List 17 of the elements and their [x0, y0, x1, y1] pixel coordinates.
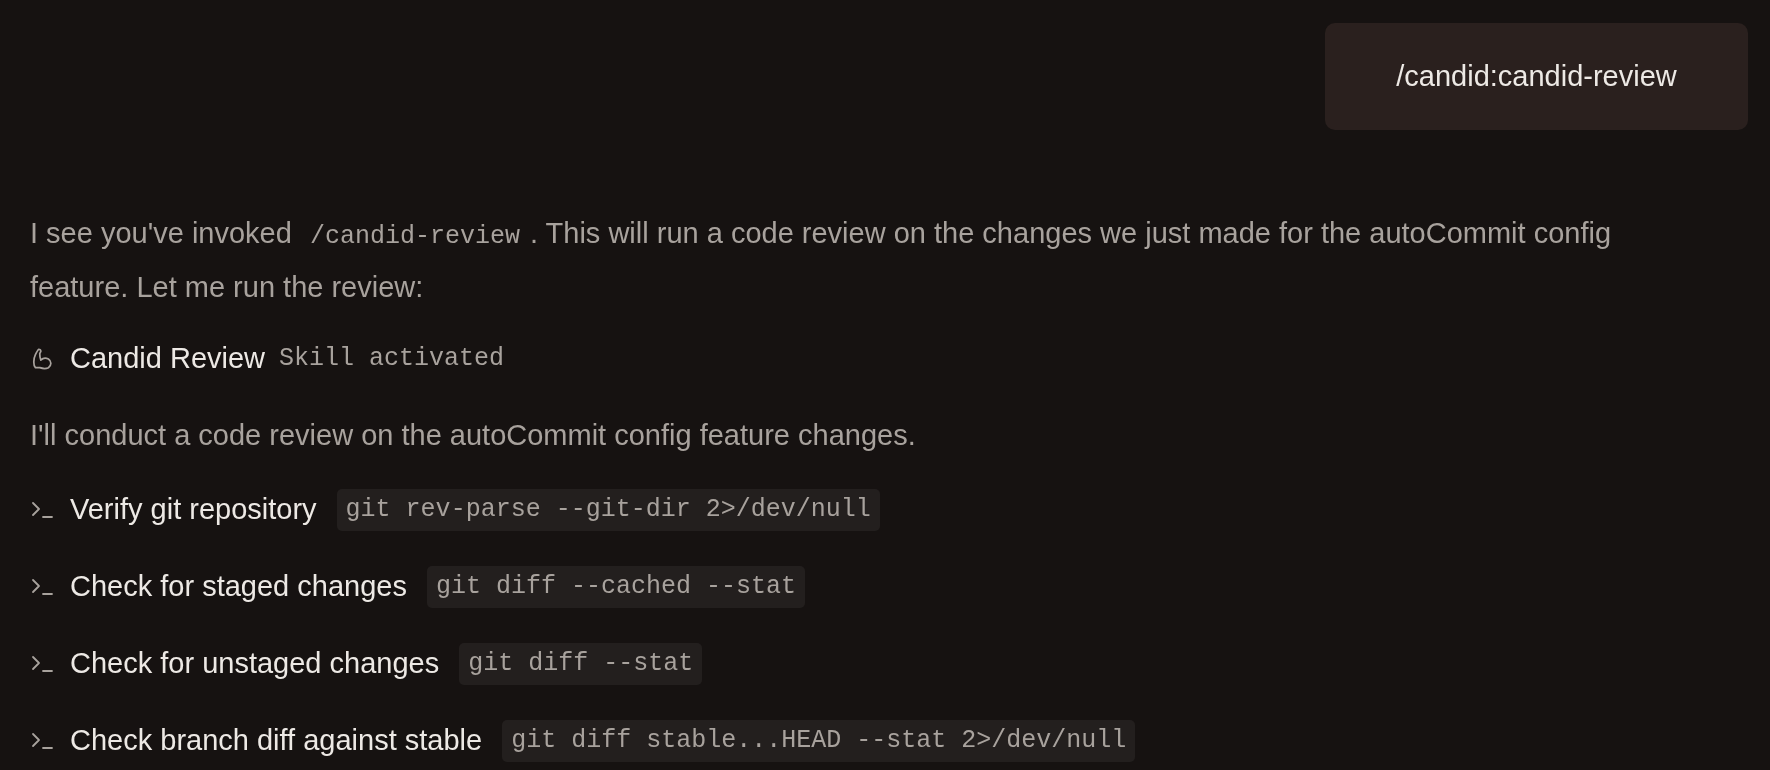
command-chip: git diff --cached --stat — [426, 566, 805, 608]
step-label: Check for staged changes — [70, 569, 407, 605]
intro-text: I'll conduct a code review on the autoCommit config feature changes. — [30, 418, 917, 453]
user-message: /candid:candid-review — [1325, 23, 1748, 130]
terminal-prompt-icon — [30, 499, 56, 521]
terminal-prompt-icon — [30, 730, 56, 752]
step-label: Check for unstaged changes — [70, 646, 440, 682]
step-label: Check branch diff against stable — [70, 723, 483, 759]
command-chip: git diff --stat — [459, 643, 703, 685]
terminal-prompt-icon — [30, 653, 56, 675]
step-label: Verify git repository — [70, 492, 317, 528]
skill-status: Skill activated — [279, 343, 505, 376]
command-chip: git rev-parse --git-dir 2>/dev/null — [336, 489, 880, 531]
terminal-prompt-icon — [30, 576, 56, 598]
skill-name: Candid Review — [70, 341, 266, 377]
reply-paragraph: I see you've invoked /candid-review . This will run a code review on the changes we just made for the autoCommit config feature. Let me run the review: — [30, 216, 1613, 305]
command-chip: git diff stable...HEAD --stat 2>/dev/null — [502, 720, 1136, 762]
